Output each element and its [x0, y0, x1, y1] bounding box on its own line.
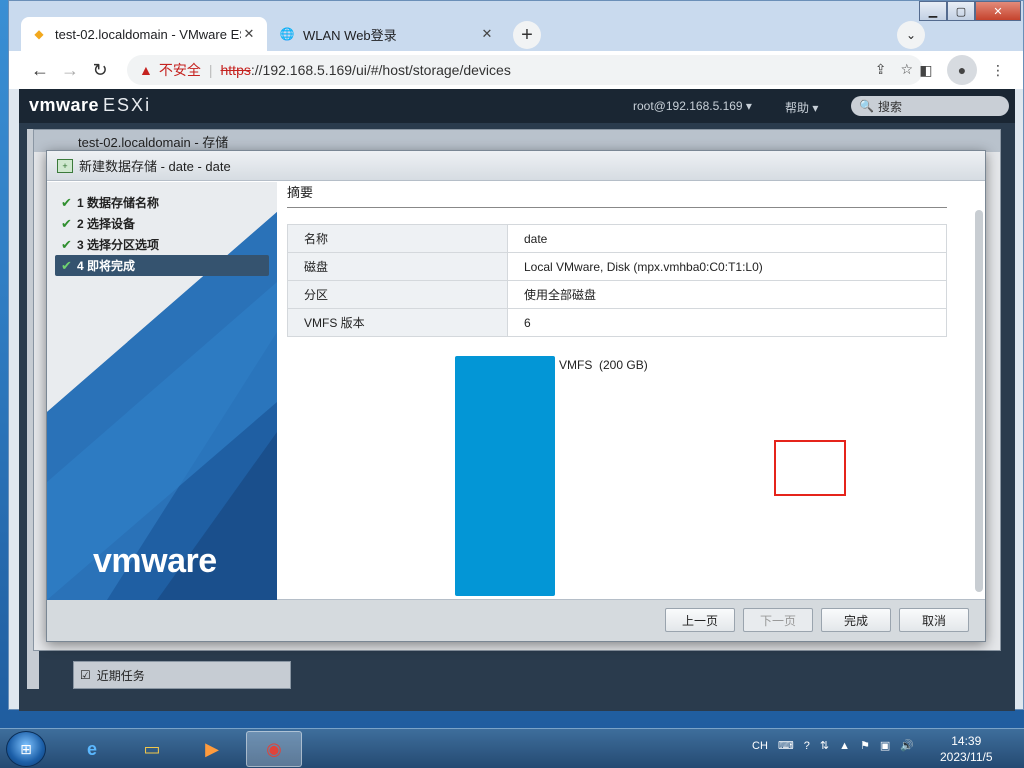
url-text: ://192.168.5.169/ui/#/host/storage/devic…	[250, 62, 511, 78]
tasks-icon: ☑	[80, 668, 91, 682]
dialog-footer: 上一页 下一页 完成 取消	[47, 599, 985, 641]
network-icon[interactable]: ▣	[880, 739, 890, 752]
window-close-button[interactable]: ✕	[975, 1, 1021, 21]
back-button[interactable]: ←	[25, 55, 55, 85]
divider: |	[208, 62, 213, 78]
address-bar[interactable]: ▲ 不安全 | https ://192.168.5.169/ui/#/host…	[127, 55, 923, 85]
step-ready-to-complete[interactable]: ✔ 4 即将完成	[55, 255, 269, 276]
finish-button[interactable]: 完成	[821, 608, 891, 632]
warning-icon[interactable]: ▲	[139, 62, 153, 78]
esxi-header: vmware ESXi root@192.168.5.169 ▾ 帮助 ▾ 🔍 搜…	[19, 89, 1015, 123]
help-menu[interactable]: 帮助 ▾	[785, 99, 818, 116]
browser-toolbar: ← → ↻ ▲ 不安全 | https ://192.168.5.169/ui/…	[9, 51, 1023, 89]
scrollbar[interactable]	[975, 210, 983, 592]
omnibox-icons: ⇪ ☆	[875, 61, 913, 78]
tab-strip: ◆ test-02.localdomain - VMware ESXi ✕ 🌐 …	[9, 1, 1023, 51]
media-player-icon[interactable]: ▶	[184, 731, 240, 767]
summary-table: 名称 date 磁盘 Local VMware, Disk (mpx.vmhba0:…	[287, 224, 947, 337]
new-tab-button[interactable]: +	[513, 21, 541, 49]
cancel-button[interactable]: 取消	[899, 608, 969, 632]
windows-taskbar: ⊞ e ▭ ▶ ◉ CH ⌨ ? ⇅ ▲ ⚑ ▣ 🔊 14:39 2023/11…	[0, 728, 1024, 768]
volume-icon[interactable]: 🔊	[900, 739, 914, 752]
prev-button[interactable]: 上一页	[665, 608, 735, 632]
system-tray: CH ⌨ ? ⇅ ▲ ⚑ ▣ 🔊	[752, 739, 914, 753]
ime-indicator[interactable]: CH	[752, 740, 768, 752]
forward-button[interactable]: →	[55, 55, 85, 85]
step-partition-options[interactable]: ✔ 3 选择分区选项	[55, 234, 269, 255]
summary-pane: 摘要 名称 date 磁盘 Local VMware, Disk (mpx.vmhb…	[277, 182, 985, 600]
new-datastore-dialog: + 新建数据存储 - date - date ✔ 1 数据存储名称 ✔ 2 选择设备…	[46, 150, 986, 642]
browser-right-tools: ◧ ● ⋮	[911, 55, 1013, 85]
datastore-icon: +	[57, 158, 73, 173]
show-hidden-icon[interactable]: ▲	[839, 740, 850, 752]
step-select-device[interactable]: ✔ 2 选择设备	[55, 213, 269, 234]
url-scheme: https	[220, 62, 251, 78]
clock-date: 2023/11/5	[940, 750, 993, 764]
table-row: VMFS 版本 6	[287, 308, 947, 337]
maximize-button[interactable]: ▢	[947, 1, 975, 21]
table-row: 磁盘 Local VMware, Disk (mpx.vmhba0:C0:T1:L…	[287, 252, 947, 281]
clock[interactable]: 14:39 2023/11/5	[940, 733, 993, 765]
close-tab-icon[interactable]: ✕	[479, 26, 495, 42]
check-icon: ✔	[61, 215, 72, 231]
help-icon[interactable]: ?	[804, 740, 810, 752]
tab-search-button[interactable]: ⌄	[897, 21, 925, 49]
check-icon: ✔	[61, 257, 72, 273]
check-icon: ✔	[61, 236, 72, 252]
minimize-button[interactable]: ▁	[919, 1, 947, 21]
flag-icon[interactable]: ⚑	[860, 739, 870, 752]
tab-title: WLAN Web登录	[303, 27, 397, 43]
wizard-steps-panel: ✔ 1 数据存储名称 ✔ 2 选择设备 ✔ 3 选择分区选项 ✔ 4 即将完成 vmwa…	[47, 182, 277, 600]
vmware-favicon-icon: ◆	[34, 27, 44, 41]
chrome-icon[interactable]: ◉	[246, 731, 302, 767]
search-placeholder: 搜索	[877, 99, 902, 114]
explorer-icon[interactable]: ▭	[124, 731, 180, 767]
wizard-steps: ✔ 1 数据存储名称 ✔ 2 选择设备 ✔ 3 选择分区选项 ✔ 4 即将完成	[47, 182, 277, 286]
step-datastore-name[interactable]: ✔ 1 数据存储名称	[55, 192, 269, 213]
tab-wlan[interactable]: 🌐 WLAN Web登录 ✕	[269, 17, 505, 51]
clock-time: 14:39	[951, 734, 982, 748]
panel-title: test-02.localdomain - 存储	[34, 130, 1000, 152]
window-controls: ▁ ▢ ✕	[919, 1, 1021, 21]
summary-title: 摘要	[287, 182, 947, 208]
vmware-logo: vmware	[93, 542, 217, 580]
tray-arrows-icon[interactable]: ⇅	[820, 739, 829, 752]
partition-bar	[455, 356, 555, 596]
table-row: 名称 date	[287, 224, 947, 253]
reload-button[interactable]: ↻	[85, 55, 115, 85]
partition-label: VMFS (200 GB)	[559, 358, 648, 372]
check-icon: ✔	[61, 194, 72, 210]
esxi-logo: vmware ESXi	[29, 95, 152, 115]
ie-icon[interactable]: e	[64, 731, 120, 767]
keyboard-icon[interactable]: ⌨	[778, 739, 794, 752]
recent-tasks-bar[interactable]: ☑ 近期任务	[73, 661, 291, 689]
dialog-header: + 新建数据存储 - date - date	[47, 151, 985, 181]
close-tab-icon[interactable]: ✕	[241, 26, 257, 42]
dialog-title: 新建数据存储 - date - date	[79, 159, 231, 174]
profile-avatar-icon[interactable]: ●	[947, 55, 977, 85]
side-panel-icon[interactable]: ◧	[911, 55, 941, 85]
tab-title: test-02.localdomain - VMware ESXi	[55, 26, 241, 42]
search-icon: 🔍	[859, 99, 874, 113]
security-status[interactable]: 不安全	[159, 60, 201, 80]
next-button[interactable]: 下一页	[743, 608, 813, 632]
table-row: 分区 使用全部磁盘	[287, 280, 947, 309]
recent-tasks-label: 近期任务	[96, 668, 145, 683]
search-input[interactable]: 🔍 搜索	[851, 96, 1009, 116]
user-menu[interactable]: root@192.168.5.169 ▾	[633, 99, 752, 113]
finish-highlight-box	[774, 440, 846, 496]
menu-kebab-icon[interactable]: ⋮	[983, 55, 1013, 85]
start-button[interactable]: ⊞	[6, 731, 46, 767]
tab-esxi[interactable]: ◆ test-02.localdomain - VMware ESXi ✕	[21, 17, 267, 51]
globe-icon: 🌐	[279, 27, 295, 41]
share-icon[interactable]: ⇪	[875, 61, 887, 78]
